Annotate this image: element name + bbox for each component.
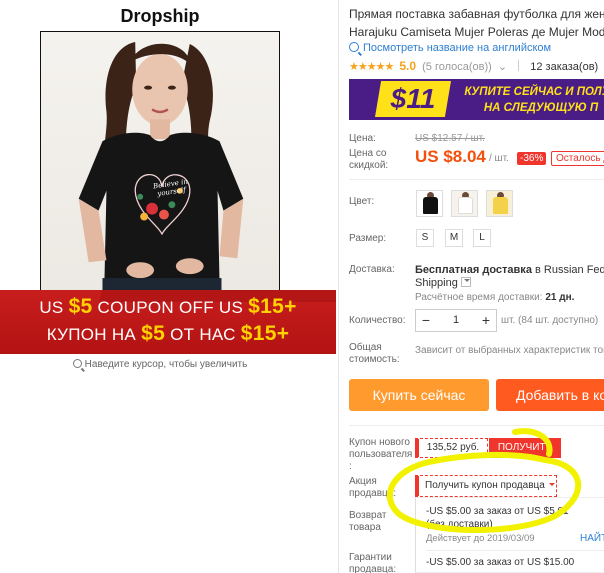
size-option-m[interactable]: M	[445, 229, 463, 247]
total-note: Зависит от выбранных характеристик това	[415, 345, 604, 356]
product-info: Прямая поставка забавная футболка для же…	[349, 0, 604, 573]
size-label: Размер:	[349, 233, 387, 244]
size-option-s[interactable]: S	[416, 229, 434, 247]
discount-price-label: Цена со скидкой:	[349, 148, 389, 171]
star-rating-icon: ★★★★★	[349, 61, 394, 73]
new-user-coupon-label: Купон нового пользователя:	[349, 437, 413, 472]
zoom-hint-text: Наведите курсор, чтобы увеличить	[84, 359, 248, 370]
seller-coupon-panel: -US $5.00 за заказ от US $5.01 (без дост…	[415, 497, 604, 573]
quantity-label: Количество:	[349, 315, 406, 326]
coupon-offer-1-get-link[interactable]: НАЙТ	[580, 533, 604, 544]
total-label: Общая стоимость:	[349, 342, 400, 365]
price-unit: / шт.	[489, 153, 509, 164]
promo-amount: $11	[375, 81, 451, 117]
coupon-offer-1-valid: Действует до 2019/03/09	[426, 533, 535, 544]
quantity-decrease-button[interactable]: −	[416, 310, 436, 331]
divider	[426, 550, 604, 551]
add-to-cart-button[interactable]: Добавить в ко	[496, 379, 604, 411]
coupon-banner-line-en: US $5 COUPON OFF US $15+	[39, 295, 297, 318]
get-coupon-button[interactable]: ПОЛУЧИТЬ	[489, 438, 561, 458]
coupon-banner-line-ru: КУПОН НА $5 ОТ НАС $15+	[46, 322, 290, 345]
store-brand: Dropship	[120, 6, 200, 26]
discount-price: US $8.04	[415, 147, 486, 166]
rating-separator	[518, 60, 520, 71]
product-gallery: Dropship Believe in yourself US $5 COUPO…	[0, 0, 338, 573]
quantity-available: шт. (84 шт. доступно)	[501, 315, 599, 326]
rating-score: 5.0	[399, 59, 417, 73]
color-label: Цвет:	[349, 196, 375, 207]
price-label: Цена:	[349, 133, 376, 144]
shipping-label: Доставка:	[349, 264, 395, 275]
quantity-stepper: − 1 +	[415, 309, 497, 332]
shipping-time: Расчётное время доставки: 21 дн.	[415, 292, 575, 303]
search-icon	[349, 42, 359, 52]
shipping-info: Бесплатная доставка в Russian Federatio	[415, 264, 604, 276]
model-photo	[78, 42, 244, 302]
coupon-offer-1-amount: -US $5.00 за заказ от US $5.01	[426, 506, 569, 517]
product-title-line-1: Прямая поставка забавная футболка для же…	[349, 7, 604, 21]
product-main-image[interactable]: Believe in yourself	[40, 31, 280, 303]
column-divider	[338, 0, 339, 573]
votes-link[interactable]: (5 голоса(ов))	[422, 61, 492, 73]
color-swatch-yellow[interactable]	[486, 190, 513, 217]
coupon-offer-2-amount: -US $5.00 за заказ от US $15.00	[426, 557, 575, 568]
rating-row: ★★★★★ 5.0 (5 голоса(ов)) ⌄ 12 заказа(ов)	[349, 59, 598, 73]
english-title-link[interactable]: Посмотреть название на английском	[349, 42, 551, 54]
divider	[349, 425, 604, 426]
promo-text: КУПИТЕ СЕЙЧАС И ПОЛУЧ НА СЛЕДУЮЩУЮ П	[464, 86, 604, 114]
zoom-hint: Наведите курсор, чтобы увеличить	[0, 359, 320, 370]
color-swatch-white[interactable]	[451, 190, 478, 217]
seller-coupon-dropdown[interactable]: Получить купон продавца	[415, 475, 557, 497]
divider	[349, 179, 604, 180]
size-option-l[interactable]: L	[473, 229, 491, 247]
product-title-line-2: Harajuku Camiseta Mujer Poleras де Mujer…	[349, 25, 604, 39]
new-user-coupon-value: 135,52 руб.	[415, 438, 488, 458]
product-title: Прямая поставка забавная футболка для же…	[349, 5, 604, 41]
chevron-down-icon[interactable]	[460, 277, 471, 287]
buy-now-button[interactable]: Купить сейчас	[349, 379, 489, 411]
shipping-method[interactable]: Shipping	[415, 277, 471, 289]
time-left-badge: Осталось д	[551, 151, 604, 166]
orders-count: 12 заказа(ов)	[530, 61, 599, 73]
chevron-down-icon[interactable]: ⌄	[498, 61, 507, 73]
seller-promo-label: Акция продавца:	[349, 476, 397, 499]
quantity-input[interactable]: 1	[436, 310, 476, 331]
return-label: Возврат товара	[349, 510, 387, 533]
guarantee-label: Гарантии продавца:	[349, 552, 397, 573]
quantity-increase-button[interactable]: +	[476, 310, 496, 331]
coupon-banner[interactable]: US $5 COUPON OFF US $15+ КУПОН НА $5 ОТ …	[0, 290, 336, 354]
promo-banner[interactable]: $11 КУПИТЕ СЕЙЧАС И ПОЛУЧ НА СЛЕДУЮЩУЮ П	[349, 79, 604, 120]
caret-down-icon	[548, 483, 555, 489]
discount-badge: -36%	[517, 152, 547, 165]
magnifier-icon	[72, 359, 82, 368]
color-swatch-black[interactable]	[416, 190, 443, 217]
coupon-offer-1-note: (без доставки)	[426, 519, 493, 530]
old-price: US $12.57 / шт.	[415, 133, 485, 144]
